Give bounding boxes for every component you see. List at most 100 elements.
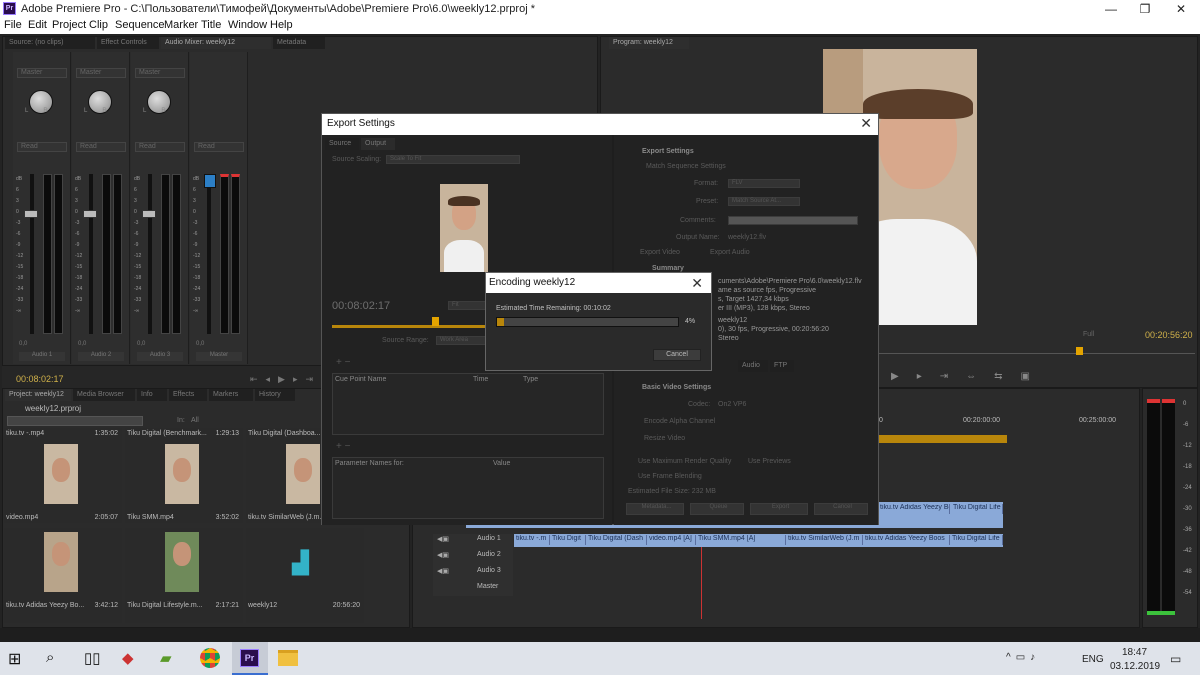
clock-time[interactable]: 18:47 <box>1122 647 1147 658</box>
speaker-icon[interactable]: ◀▣ <box>437 535 449 543</box>
program-fit-dropdown[interactable]: Full <box>1083 331 1094 338</box>
menu-edit[interactable]: Edit <box>28 19 47 31</box>
tab-export-output[interactable]: Output <box>361 138 395 150</box>
chrome-icon[interactable] <box>200 648 220 668</box>
export-dialog-close-icon[interactable]: ✕ <box>860 115 872 132</box>
track-audio-2[interactable]: Audio 2 <box>477 551 501 558</box>
project-search-input[interactable] <box>7 416 143 426</box>
resize-video-checkbox[interactable]: Resize Video <box>644 435 685 442</box>
automation-dropdown[interactable]: Read <box>17 142 67 152</box>
use-previews-checkbox[interactable]: Use Previews <box>748 458 791 465</box>
timeline-video-clip[interactable]: Tiku Digital Life <box>951 504 1003 514</box>
menu-project[interactable]: Project <box>52 19 86 31</box>
add-parameter-icon[interactable]: + − <box>336 441 350 452</box>
timeline-audio-clip[interactable]: Tiku SMM.mp4 [A] <box>696 535 786 545</box>
automation-dropdown[interactable]: Read <box>135 142 185 152</box>
add-cue-icon[interactable]: + − <box>336 357 350 368</box>
project-item[interactable]: Tiku Digital (Benchmark... 1:29:13 <box>125 428 243 523</box>
in-dropdown[interactable]: All <box>191 417 199 424</box>
timeline-audio-clip[interactable]: Tiku Digit <box>550 535 586 545</box>
metadata-button[interactable]: Metadata... <box>626 503 684 515</box>
track-master[interactable]: Master <box>477 583 498 590</box>
output-name-link[interactable]: weekly12.flv <box>728 234 766 241</box>
automation-dropdown[interactable]: Read <box>194 142 244 152</box>
encode-alpha-checkbox[interactable]: Encode Alpha Channel <box>644 418 715 425</box>
preset-dropdown[interactable]: Match Source At... <box>728 197 800 206</box>
tab-ftp[interactable]: FTP <box>770 360 794 372</box>
encoding-cancel-button[interactable]: Cancel <box>653 349 701 361</box>
menu-window[interactable]: Window <box>228 19 267 31</box>
maximize-icon[interactable]: ❐ <box>1128 0 1162 18</box>
channel-mode-dropdown[interactable]: Master <box>76 68 126 78</box>
menu-help[interactable]: Help <box>270 19 293 31</box>
program-transport-controls[interactable]: ▶▸⇥⇔⇆▣ <box>891 371 1048 382</box>
format-dropdown[interactable]: FLV <box>728 179 800 188</box>
mixer-timecode[interactable]: 00:08:02:17 <box>16 374 64 384</box>
tab-effect-controls[interactable]: Effect Controls <box>97 37 159 49</box>
menu-title[interactable]: Title <box>201 19 221 31</box>
tab-source[interactable]: Source: (no clips) <box>5 37 95 49</box>
frame-blending-checkbox[interactable]: Use Frame Blending <box>638 473 702 480</box>
export-video-checkbox[interactable]: Export Video <box>640 249 680 256</box>
project-item[interactable]: ▟ weekly12 20:56:20 <box>246 528 364 623</box>
export-timecode[interactable]: 00:08:02:17 <box>332 300 390 312</box>
project-item[interactable]: tiku.tv -.mp4 1:35:02 <box>4 428 122 523</box>
minimize-icon[interactable]: — <box>1094 0 1128 18</box>
notifications-icon[interactable]: ▭ <box>1170 652 1181 666</box>
cancel-export-button[interactable]: Cancel <box>814 503 868 515</box>
volume-fader-handle[interactable] <box>142 210 156 218</box>
menu-marker[interactable]: Marker <box>164 19 198 31</box>
track-audio-3[interactable]: Audio 3 <box>477 567 501 574</box>
explorer-icon[interactable] <box>278 650 298 666</box>
tab-effects[interactable]: Effects <box>169 389 207 401</box>
transport-controls[interactable]: ⇤◂▶▸⇥ <box>250 374 321 385</box>
project-item[interactable]: tiku.tv Adidas Yeezy Bo... 3:42:12 <box>4 528 122 623</box>
app-icon[interactable]: ◆ <box>122 649 144 669</box>
program-playhead[interactable] <box>1076 347 1083 355</box>
comments-input[interactable] <box>728 216 858 225</box>
tab-media-browser[interactable]: Media Browser <box>73 389 135 401</box>
tab-audio[interactable]: Audio <box>738 360 768 372</box>
source-scaling-dropdown[interactable]: Scale To Fit <box>386 155 520 164</box>
work-area-bar[interactable] <box>879 435 1007 443</box>
menu-file[interactable]: File <box>4 19 22 31</box>
bookmark-icon[interactable]: ▰ <box>160 649 182 669</box>
close-icon[interactable]: ✕ <box>1164 0 1198 18</box>
tab-metadata[interactable]: Metadata <box>273 37 325 49</box>
queue-button[interactable]: Queue <box>690 503 744 515</box>
master-fader-handle[interactable] <box>204 174 216 188</box>
clock-date[interactable]: 03.12.2019 <box>1110 661 1160 672</box>
premiere-taskbar-button[interactable]: Pr <box>232 642 268 675</box>
tab-audio-mixer[interactable]: Audio Mixer: weekly12 <box>161 37 271 49</box>
menu-sequence[interactable]: Sequence <box>115 19 165 31</box>
search-icon[interactable]: ⌕ <box>46 649 68 669</box>
match-sequence-checkbox[interactable]: Match Sequence Settings <box>646 163 726 170</box>
tab-history[interactable]: History <box>255 389 295 401</box>
channel-mode-dropdown[interactable]: Master <box>135 68 185 78</box>
export-playhead[interactable] <box>432 317 439 326</box>
speaker-icon[interactable]: ◀▣ <box>437 567 449 575</box>
menu-clip[interactable]: Clip <box>89 19 108 31</box>
timeline-audio-clip[interactable]: Tiku Digital Life <box>950 535 1003 545</box>
task-view-icon[interactable]: ▯▯ <box>84 649 106 669</box>
timeline-audio-clip[interactable]: video.mp4 [A] <box>647 535 696 545</box>
tab-info[interactable]: Info <box>137 389 167 401</box>
automation-dropdown[interactable]: Read <box>76 142 126 152</box>
tab-project[interactable]: Project: weekly12 <box>5 389 71 401</box>
channel-mode-dropdown[interactable]: Master <box>17 68 67 78</box>
tab-export-source[interactable]: Source <box>325 138 359 150</box>
timeline-audio-clip[interactable]: tiku.tv Adidas Yeezy Boos <box>863 535 950 545</box>
encoding-close-icon[interactable]: ✕ <box>691 275 703 292</box>
export-fit-dropdown[interactable]: Fit <box>448 301 488 310</box>
tab-program[interactable]: Program: weekly12 <box>609 37 689 49</box>
timeline-video-clip[interactable]: tiku.tv Adidas Yeezy Boos <box>878 504 950 514</box>
tray-icons[interactable]: ^▭♪ <box>1006 652 1040 663</box>
language-indicator[interactable]: ENG <box>1082 654 1104 665</box>
track-audio-1[interactable]: Audio 1 <box>477 535 501 542</box>
timeline-audio-clip[interactable]: Tiku Digital (Dash <box>586 535 647 545</box>
speaker-icon[interactable]: ◀▣ <box>437 551 449 559</box>
volume-fader-handle[interactable] <box>24 210 38 218</box>
timeline-audio-clip[interactable]: tiku.tv SimilarWeb (J.m <box>786 535 863 545</box>
volume-fader-handle[interactable] <box>83 210 97 218</box>
windows-icon[interactable]: ⊞ <box>8 649 30 669</box>
